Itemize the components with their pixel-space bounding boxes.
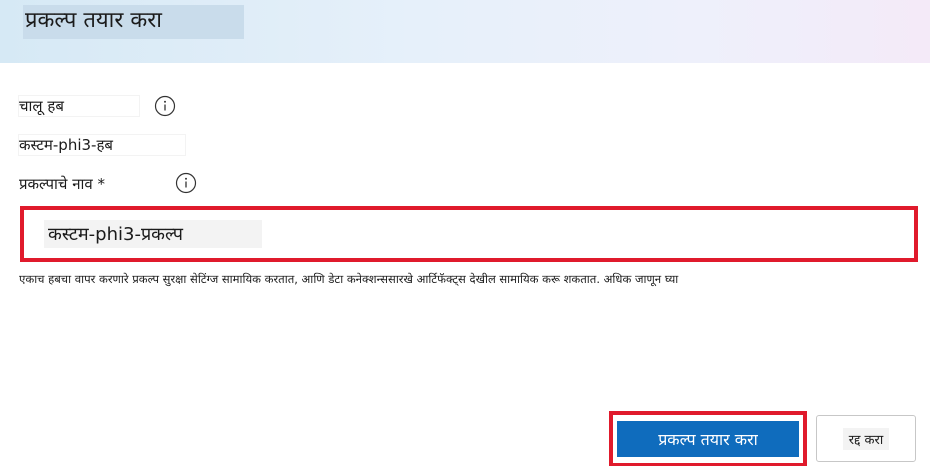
info-icon[interactable] <box>154 95 176 117</box>
cancel-button-label: रद्द करा <box>842 427 890 450</box>
current-hub-label: चालू हब <box>19 96 139 116</box>
dialog-header: प्रकल्प तयार करा <box>0 0 930 63</box>
project-name-field <box>20 206 918 262</box>
current-hub-value: कस्टम-phi3-हब <box>19 135 185 155</box>
create-project-button[interactable]: प्रकल्प तयार करा <box>617 421 799 457</box>
cancel-button[interactable]: रद्द करा <box>816 415 916 462</box>
info-icon[interactable] <box>175 172 197 194</box>
project-name-label: प्रकल्पाचे नाव * <box>19 174 106 194</box>
project-name-input[interactable] <box>44 220 262 248</box>
hub-description-text: एकाच हबचा वापर करणारे प्रकल्प सुरक्षा से… <box>19 272 679 286</box>
create-button-highlight: प्रकल्प तयार करा <box>609 411 807 466</box>
create-project-dialog: प्रकल्प तयार करा चालू हब कस्टम-phi3-हब प… <box>0 0 930 466</box>
dialog-title: प्रकल्प तयार करा <box>25 8 162 33</box>
